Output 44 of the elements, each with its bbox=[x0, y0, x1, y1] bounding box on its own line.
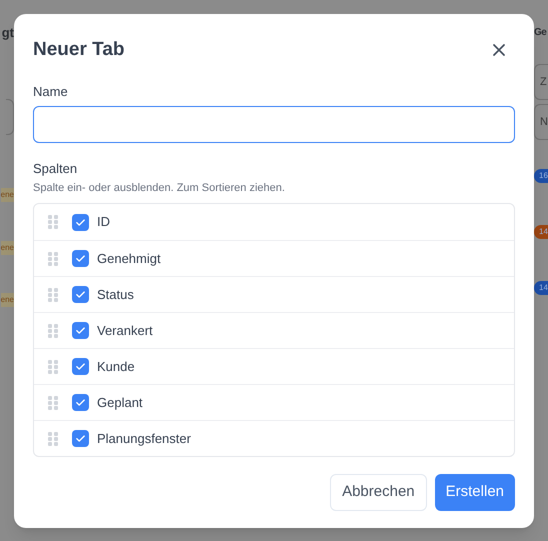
column-header: gt bbox=[2, 24, 14, 42]
checkbox[interactable] bbox=[72, 214, 89, 230]
checkbox[interactable] bbox=[72, 322, 89, 339]
count-badge: 14 bbox=[534, 225, 548, 239]
checkbox[interactable] bbox=[72, 394, 89, 411]
status-badge: ene bbox=[0, 293, 14, 307]
count-badge: 16 bbox=[534, 169, 548, 183]
close-icon[interactable] bbox=[491, 42, 507, 58]
checkbox[interactable] bbox=[72, 430, 89, 447]
drag-handle-icon[interactable] bbox=[48, 288, 58, 302]
checkbox[interactable] bbox=[72, 358, 89, 375]
cancel-button[interactable]: Abbrechen bbox=[330, 474, 427, 511]
checkbox[interactable] bbox=[72, 286, 89, 303]
checkmark-icon bbox=[75, 253, 86, 264]
column-name: ID bbox=[97, 213, 110, 232]
column-name: Status bbox=[97, 286, 134, 304]
checkbox[interactable] bbox=[72, 250, 89, 267]
status-badge: ene bbox=[0, 241, 14, 255]
column-header: Ge bbox=[534, 26, 546, 40]
checkmark-icon bbox=[75, 216, 86, 228]
drag-handle-icon[interactable] bbox=[48, 432, 58, 446]
column-name: Kunde bbox=[97, 358, 135, 376]
column-name: Geplant bbox=[97, 394, 143, 412]
drag-handle-icon[interactable] bbox=[48, 360, 58, 374]
column-name: Verankert bbox=[97, 322, 153, 340]
checkmark-icon bbox=[75, 325, 86, 336]
status-badge: ene bbox=[0, 188, 14, 202]
section-label: Spalten bbox=[33, 161, 78, 177]
dialog-title: Neuer Tab bbox=[33, 38, 125, 62]
name-input-field[interactable] bbox=[33, 106, 515, 143]
column-name: Genehmigt bbox=[97, 250, 161, 268]
create-button[interactable]: Erstellen bbox=[434, 474, 515, 511]
checkmark-icon bbox=[75, 433, 86, 444]
checkmark-icon bbox=[75, 361, 86, 372]
section-hint: Spalte ein- oder ausblenden. Zum Sortieren ziehen. bbox=[33, 181, 286, 195]
column-name: Planungsfenster bbox=[97, 430, 191, 448]
checkmark-icon bbox=[75, 397, 86, 408]
drag-handle-icon[interactable] bbox=[48, 396, 58, 410]
drag-handle-icon[interactable] bbox=[48, 324, 58, 338]
count-badge: 14 bbox=[534, 281, 548, 295]
drag-handle-icon[interactable] bbox=[48, 215, 58, 229]
drag-handle-icon[interactable] bbox=[48, 252, 58, 266]
field-label: Name bbox=[33, 84, 69, 100]
checkmark-icon bbox=[75, 289, 86, 300]
